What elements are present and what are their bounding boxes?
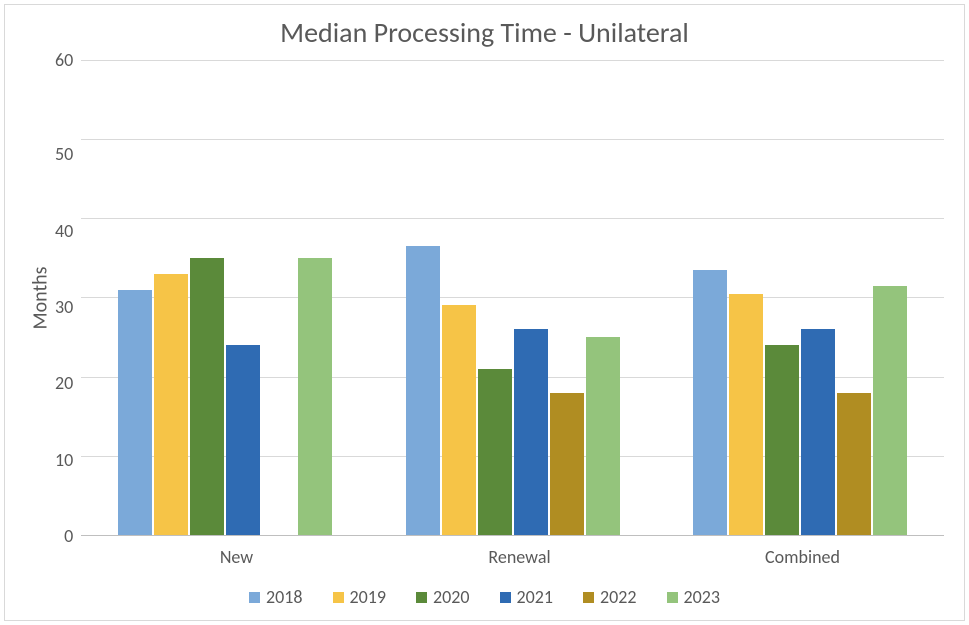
y-tick: 30	[55, 298, 73, 316]
chart-frame: Median Processing Time - Unilateral Mont…	[4, 4, 965, 621]
y-axis-label-wrap: Months	[25, 60, 55, 536]
legend-item: 2023	[667, 586, 721, 608]
bar	[442, 305, 476, 535]
legend-label: 2018	[266, 586, 303, 608]
legend-item: 2019	[333, 586, 387, 608]
bar	[693, 270, 727, 535]
bar-group	[81, 60, 369, 535]
bar	[118, 290, 152, 535]
legend: 2018 2019 2020 2021 2022 2023	[25, 586, 944, 608]
legend-swatch	[416, 592, 427, 603]
plot-row: Months 6050403020100	[25, 60, 944, 536]
legend-item: 2018	[249, 586, 303, 608]
bar	[226, 345, 260, 535]
bar	[586, 337, 620, 535]
bar	[514, 329, 548, 535]
x-category: New	[95, 536, 378, 568]
bar	[729, 294, 763, 535]
bar-group	[656, 60, 944, 535]
legend-item: 2021	[500, 586, 554, 608]
legend-label: 2019	[350, 586, 387, 608]
legend-swatch	[333, 592, 344, 603]
y-tick: 40	[55, 222, 73, 240]
bar	[801, 329, 835, 535]
y-tick: 60	[55, 51, 73, 69]
bar	[550, 393, 584, 536]
bar	[478, 369, 512, 535]
legend-item: 2020	[416, 586, 470, 608]
y-axis-label: Months	[28, 267, 52, 330]
x-category: Renewal	[378, 536, 661, 568]
chart-title: Median Processing Time - Unilateral	[25, 15, 944, 50]
x-axis-categories: NewRenewalCombined	[55, 536, 944, 568]
legend-label: 2022	[600, 586, 637, 608]
legend-swatch	[667, 592, 678, 603]
y-tick: 0	[64, 527, 73, 545]
legend-label: 2020	[433, 586, 470, 608]
bar	[190, 258, 224, 535]
legend-swatch	[500, 592, 511, 603]
x-category: Combined	[661, 536, 944, 568]
y-axis-ticks: 6050403020100	[55, 60, 81, 536]
y-tick: 20	[55, 374, 73, 392]
legend-item: 2022	[583, 586, 637, 608]
bar	[765, 345, 799, 535]
legend-label: 2021	[517, 586, 554, 608]
y-tick: 10	[55, 451, 73, 469]
bar	[837, 393, 871, 536]
legend-swatch	[583, 592, 594, 603]
y-tick: 50	[55, 145, 73, 163]
bar	[298, 258, 332, 535]
plot-area	[81, 60, 944, 536]
bar-group	[369, 60, 657, 535]
bar	[406, 246, 440, 535]
bar	[154, 274, 188, 535]
bar	[873, 286, 907, 535]
legend-swatch	[249, 592, 260, 603]
legend-label: 2023	[684, 586, 721, 608]
bar-groups	[81, 60, 944, 535]
